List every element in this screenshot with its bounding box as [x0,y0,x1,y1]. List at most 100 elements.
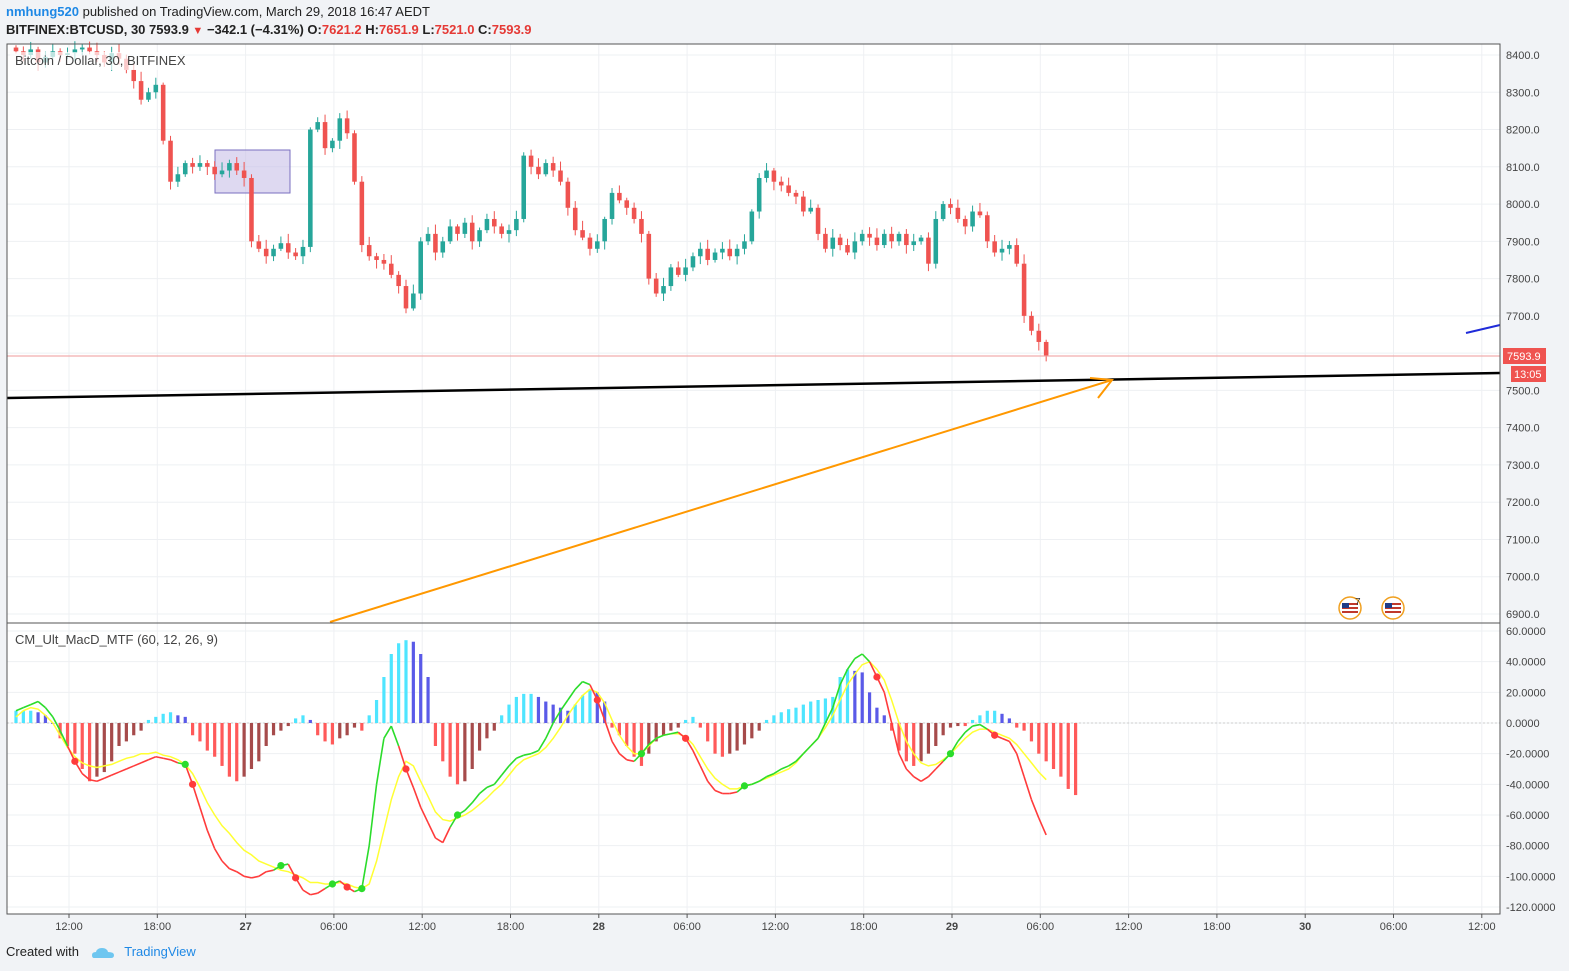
histogram-bar [529,693,533,723]
histogram-bar [463,723,467,782]
cross-dot [189,780,197,788]
histogram-bar [684,719,688,723]
cross-dot [277,862,285,870]
candle [940,201,946,222]
price-tick: 8100.0 [1506,162,1540,174]
histogram-bar [698,723,702,728]
histogram-bar [470,723,474,769]
histogram-bar [728,723,732,754]
indicator-tick: -120.0000 [1506,902,1556,914]
price-tick: 7700.0 [1506,311,1540,323]
histogram-bar [639,723,644,766]
histogram-bar [242,723,246,777]
histogram-bar [433,723,438,746]
last-price-label: 7593.9 [1507,351,1541,363]
cross-dot [740,782,749,790]
indicator-tick: -20.0000 [1506,749,1549,761]
price-tick: 7200.0 [1506,497,1540,509]
price-tick: 7500.0 [1506,385,1540,397]
histogram-bar [970,719,975,723]
histogram-bar [257,723,261,762]
indicator-tick: 0.0000 [1506,718,1540,730]
price-tick: 7300.0 [1506,460,1540,472]
histogram-bar [441,723,445,762]
histogram-bar [1074,723,1078,796]
histogram-bar [338,723,342,739]
histogram-bar [308,719,312,723]
histogram-bar [1015,723,1019,728]
histogram-bar [146,719,151,723]
price-axis[interactable]: 6900.0 7000.0 7100.0 7200.0 7300.0 7400.0 7500… [1506,50,1540,621]
histogram-bar [374,700,379,723]
histogram-bar [507,704,511,723]
histogram-bar [926,723,931,754]
histogram-bar [514,696,518,723]
candle [249,174,254,248]
histogram-bar [794,707,798,723]
histogram-bar [426,677,430,723]
time-tick: 06:00 [673,921,701,933]
histogram-bar [404,640,408,723]
histogram-bar [720,723,724,757]
time-tick: 06:00 [1027,921,1055,933]
histogram-bar [742,723,747,745]
tradingview-link[interactable]: TradingView [124,944,196,959]
histogram-bar [809,701,813,723]
histogram-bar [132,723,136,736]
histogram-bar [154,716,158,723]
histogram-bar [124,723,128,742]
price-tick: 8300.0 [1506,87,1540,99]
time-tick: 18:00 [497,921,525,933]
histogram-bar [1051,723,1056,769]
histogram-bar [220,723,224,766]
candle [933,211,939,269]
candle [160,82,166,145]
time-tick: 06:00 [1380,921,1408,933]
time-tick: 18:00 [1203,921,1231,933]
time-tick: 30 [1299,921,1311,933]
histogram-bar [580,695,585,723]
cross-dot [181,760,189,769]
histogram-bar [1000,713,1004,723]
histogram-bar [397,643,401,723]
indicator-tick: -100.0000 [1506,871,1556,883]
candle [749,209,755,245]
histogram-bar [382,677,386,723]
created-with-text: Created with [6,944,79,959]
histogram-bar [36,712,40,723]
price-tick: 6900.0 [1506,609,1540,621]
candle [352,130,357,185]
histogram-bar [448,723,452,777]
cross-dot [682,734,690,742]
histogram-bar [948,723,953,728]
indicator-axis[interactable]: 60.0000 40.0000 20.0000 0.0000 -20.0000 -40.0… [1506,626,1556,914]
histogram-bar [676,723,680,728]
histogram-bar [227,723,231,777]
cross-dot [358,885,366,893]
event-count: 7 [1355,597,1361,608]
histogram-bar [536,696,541,723]
histogram-bar [286,723,290,727]
time-tick: 12:00 [762,921,790,933]
price-tick: 7100.0 [1506,534,1540,546]
histogram-bar [492,723,496,731]
time-tick: 28 [593,921,605,933]
histogram-bar [985,710,989,723]
time-tick: 12:00 [408,921,436,933]
us-flag-event-icon[interactable] [1381,596,1405,620]
histogram-bar [978,715,982,723]
histogram-bar [691,716,695,723]
histogram-bar [1044,723,1048,762]
histogram-bar [625,723,629,746]
histogram-bar [95,723,99,777]
histogram-bar [455,723,460,785]
candle [418,237,423,300]
cross-dot [328,880,337,888]
histogram-bar [1022,723,1026,731]
time-axis[interactable]: 12:00 18:00 27 06:00 12:00 18:00 28 06:00 12:00 1… [55,914,1496,933]
price-tick: 7900.0 [1506,236,1540,248]
candle [1021,254,1027,323]
histogram-bar [213,723,217,757]
chart-svg[interactable]: Bitcoin / Dollar, 30, BITFINEX 7 CM_Ult_… [0,0,1569,940]
histogram-bar [264,723,268,746]
